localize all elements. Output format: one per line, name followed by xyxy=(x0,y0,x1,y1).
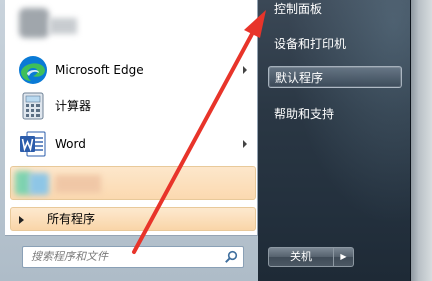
right-item-default-programs[interactable]: 默认程序 xyxy=(268,66,402,88)
blurred-app-label xyxy=(49,18,77,34)
program-label: 计算器 xyxy=(55,99,92,113)
right-item-control-panel[interactable]: 控制面板 xyxy=(268,0,402,20)
program-label: Microsoft Edge xyxy=(55,63,144,77)
all-programs-button[interactable]: 所有程序 xyxy=(10,207,256,231)
right-item-label: 设备和打印机 xyxy=(274,37,347,51)
program-item-edge[interactable]: Microsoft Edge xyxy=(13,52,253,88)
search-input[interactable]: 搜索程序和文件 xyxy=(22,246,244,268)
program-item-word[interactable]: Word xyxy=(13,126,253,162)
program-label: Word xyxy=(55,137,86,151)
blurred-app-icon-overlay xyxy=(29,173,49,195)
word-icon xyxy=(20,131,46,157)
right-item-label: 控制面板 xyxy=(274,2,323,16)
left-panel: Microsoft Edge 计算器 Word xyxy=(5,0,258,236)
all-programs-label: 所有程序 xyxy=(47,212,96,226)
shutdown-options-button[interactable]: ▶ xyxy=(334,247,354,267)
program-item-calculator[interactable]: 计算器 xyxy=(13,88,253,124)
right-item-label: 帮助和支持 xyxy=(274,107,335,121)
calculator-icon xyxy=(22,92,44,120)
program-item-highlighted[interactable] xyxy=(10,166,256,200)
shutdown-group: 关机 ▶ xyxy=(268,247,354,267)
submenu-arrow-icon[interactable] xyxy=(243,66,247,74)
right-item-devices-printers[interactable]: 设备和打印机 xyxy=(268,33,402,55)
right-item-help-support[interactable]: 帮助和支持 xyxy=(268,103,402,125)
blurred-app-icon xyxy=(19,8,49,38)
search-placeholder: 搜索程序和文件 xyxy=(31,250,108,263)
blurred-app-label xyxy=(55,175,101,193)
edge-icon xyxy=(19,56,47,84)
submenu-arrow-icon[interactable] xyxy=(243,140,247,148)
program-item-blurred[interactable] xyxy=(13,6,253,42)
desktop-background-strip xyxy=(410,0,432,281)
arrow-right-icon xyxy=(19,216,24,224)
right-item-label: 默认程序 xyxy=(275,71,324,85)
shutdown-button[interactable]: 关机 xyxy=(268,247,334,267)
search-icon[interactable] xyxy=(224,250,238,264)
